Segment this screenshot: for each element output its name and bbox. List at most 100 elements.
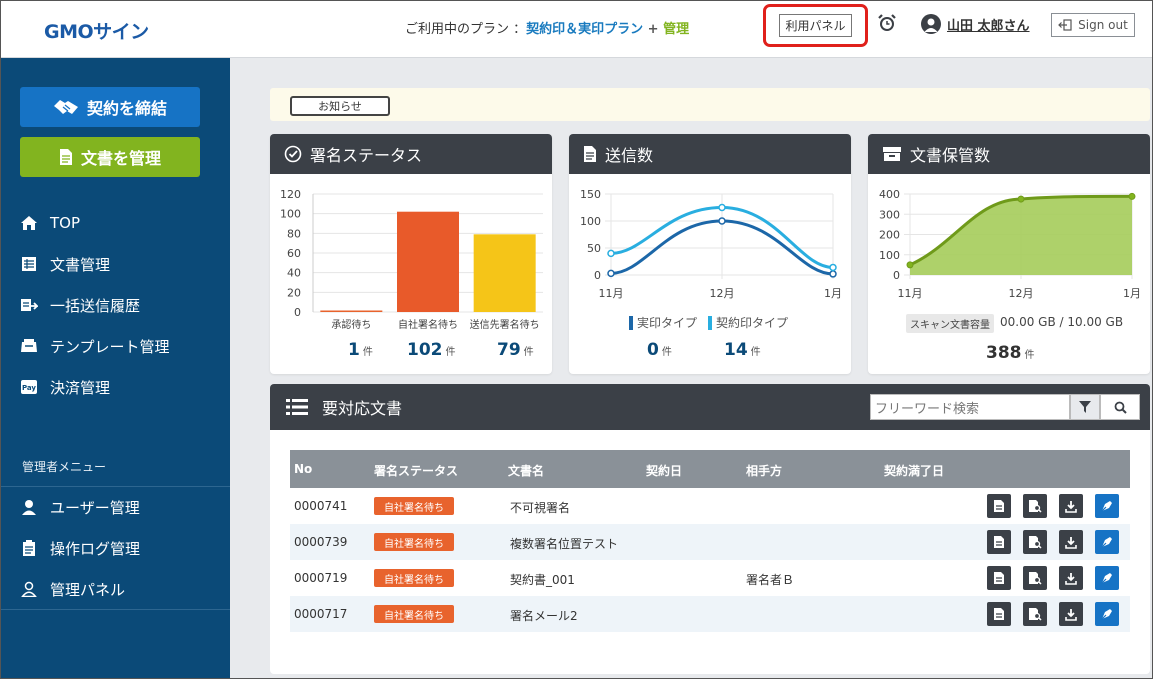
sign-button[interactable] [1095, 566, 1119, 590]
sidebar-item-label: 一括送信履歴 [50, 296, 141, 315]
card-header: 文書保管数 [868, 134, 1150, 174]
sidebar-item-templates[interactable]: テンプレート管理 [0, 327, 230, 365]
y-tick-label: 80 [287, 227, 301, 240]
stat-pending-approval: 1件 [348, 340, 373, 360]
download-button[interactable] [1059, 566, 1083, 590]
document-view-icon [993, 499, 1005, 513]
column-header: 契約日 [646, 464, 683, 478]
x-tick-label: 12月 [710, 287, 735, 300]
legend-label: 実印タイプ [637, 316, 698, 330]
sidebar-item-documents[interactable]: 文書管理 [0, 245, 230, 283]
view-document-button[interactable] [987, 566, 1011, 590]
cell-document-name[interactable]: 複数署名位置テスト [510, 535, 618, 552]
sidebar-item-bulk-history[interactable]: 一括送信履歴 [0, 286, 230, 324]
table-header: No 署名ステータス 文書名 契約日 相手方 契約満了日 [290, 450, 1130, 488]
view-document-button[interactable] [987, 530, 1011, 554]
manage-documents-button[interactable]: 文書を管理 [20, 137, 200, 177]
cell-document-name[interactable]: 署名メール2 [510, 607, 578, 624]
document-icon [584, 146, 596, 162]
x-tick-label: 送信先署名待ち [470, 318, 540, 331]
table-row[interactable]: 0000741 自社署名待ち 不可視署名 [290, 488, 1130, 524]
sign-button[interactable] [1095, 494, 1119, 518]
cell-document-name[interactable]: 不可視署名 [510, 499, 570, 516]
sidebar-item-payments[interactable]: Pay 決済管理 [0, 368, 230, 406]
card-header: 署名ステータス [270, 134, 552, 174]
stat-unit: 件 [661, 347, 672, 358]
filter-button[interactable] [1070, 394, 1100, 420]
bar [397, 211, 459, 312]
legend-swatch [708, 315, 712, 330]
sidebar-item-users[interactable]: ユーザー管理 [0, 488, 230, 526]
pen-nib-icon [1100, 607, 1114, 621]
alarm-clock-icon[interactable] [877, 13, 897, 33]
document-search-icon [1028, 499, 1042, 513]
cell-no: 0000717 [294, 607, 348, 621]
data-point [906, 261, 914, 269]
x-tick-label: 1月 [824, 287, 842, 300]
sidebar-item-label: 管理パネル [50, 580, 126, 599]
handshake-icon [53, 100, 78, 114]
manage-button-label: 文書を管理 [80, 149, 161, 168]
pen-nib-icon [1100, 535, 1114, 549]
search-button[interactable] [1100, 394, 1140, 420]
column-header: 契約満了日 [884, 464, 945, 478]
sent-count-chart: 0 50 100 150 11月 12月 1月 [580, 188, 842, 300]
card-header: 送信数 [569, 134, 851, 174]
status-badge: 自社署名待ち [374, 497, 454, 515]
y-tick-label: 100 [879, 249, 900, 262]
scan-capacity-value: 00.00 GB / 10.00 GB [1000, 315, 1124, 329]
stat-keiyakuin: 14 件 [724, 340, 761, 360]
preview-document-button[interactable] [1023, 602, 1047, 626]
sign-button[interactable] [1095, 602, 1119, 626]
search-input[interactable]: フリーワード検索 [870, 394, 1070, 420]
y-tick-label: 200 [879, 229, 900, 242]
divider [0, 486, 230, 487]
download-button[interactable] [1059, 530, 1083, 554]
svg-text:Pay: Pay [22, 384, 36, 392]
sidebar-item-label: 操作ログ管理 [50, 539, 141, 558]
sign-button[interactable] [1095, 530, 1119, 554]
stat-number: 388 [986, 343, 1022, 363]
view-document-button[interactable] [987, 602, 1011, 626]
table-row[interactable]: 0000719 自社署名待ち 契約書_001 署名者Ｂ [290, 560, 1130, 596]
sign-out-button[interactable]: Sign out [1051, 13, 1135, 37]
preview-document-button[interactable] [1023, 566, 1047, 590]
gmo-sign-logo[interactable]: GMOサイン [44, 17, 149, 44]
table-row[interactable]: 0000739 自社署名待ち 複数署名位置テスト [290, 524, 1130, 560]
preview-document-button[interactable] [1023, 530, 1047, 554]
scan-capacity-label: スキャン文書容量 [906, 314, 994, 333]
sidebar-item-logs[interactable]: 操作ログ管理 [0, 529, 230, 567]
sidebar-item-admin-panel[interactable]: 管理パネル [0, 570, 230, 608]
pen-nib-icon [1100, 499, 1114, 513]
card-title: 署名ステータス [310, 146, 423, 165]
stat-number: 79 [497, 340, 521, 360]
notice-button[interactable]: お知らせ [290, 96, 390, 116]
sidebar-item-label: 決済管理 [50, 378, 111, 397]
stat-own-signature: 102 件 [407, 340, 456, 360]
user-menu[interactable]: 山田 太郎さん [921, 14, 1030, 34]
usage-panel-button[interactable]: 利用パネル [779, 14, 852, 37]
y-tick-label: 300 [879, 208, 900, 221]
documents-table: No 署名ステータス 文書名 契約日 相手方 契約満了日 0000741 自社署名… [290, 450, 1130, 632]
data-point [829, 270, 837, 278]
cell-document-name[interactable]: 契約書_001 [510, 571, 575, 588]
plan-admin: 管理 [663, 22, 690, 37]
sidebar-item-top[interactable]: TOP [0, 204, 230, 242]
table-row[interactable]: 0000717 自社署名待ち 署名メール2 [290, 596, 1130, 632]
document-view-icon [993, 535, 1005, 549]
document-storage-chart: 0 100 200 300 400 11月 12月 1月 [879, 188, 1141, 300]
user-icon [20, 498, 38, 516]
download-icon [1065, 500, 1077, 513]
contract-button[interactable]: 契約を締結 [20, 87, 200, 127]
status-badge: 自社署名待ち [374, 533, 454, 551]
download-icon [1065, 536, 1077, 549]
sign-out-icon [1058, 19, 1072, 31]
x-tick-label: 11月 [898, 287, 923, 300]
download-button[interactable] [1059, 494, 1083, 518]
download-button[interactable] [1059, 602, 1083, 626]
view-document-button[interactable] [987, 494, 1011, 518]
user-name[interactable]: 山田 太郎さん [947, 15, 1030, 34]
cell-counterparty: 署名者Ｂ [746, 573, 795, 587]
preview-document-button[interactable] [1023, 494, 1047, 518]
cell-no: 0000719 [294, 571, 348, 585]
